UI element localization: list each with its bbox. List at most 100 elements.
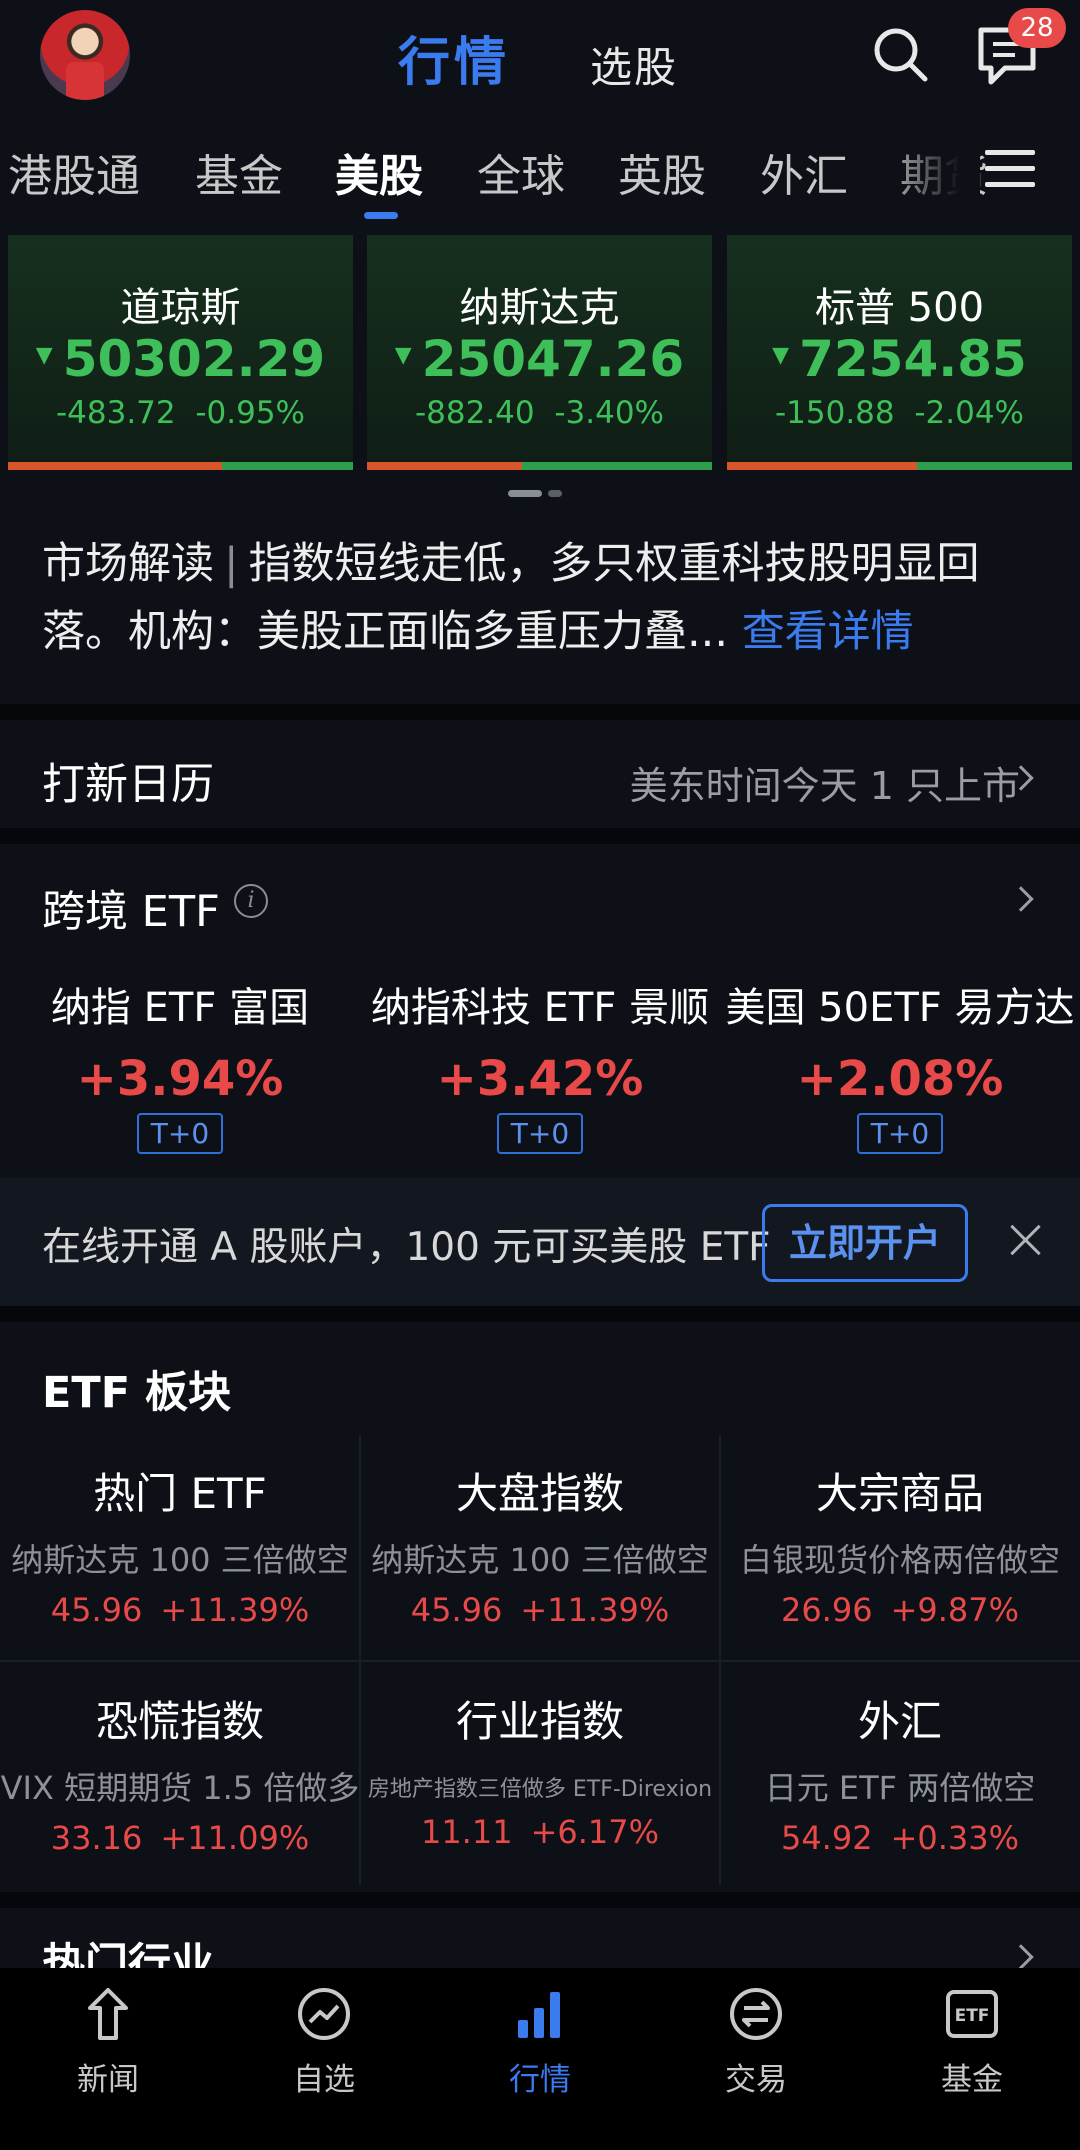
etf-sector-title: ETF 板块 bbox=[42, 1368, 232, 1418]
sector-price: 11.11 bbox=[420, 1813, 513, 1851]
sector-sub: 纳斯达克 100 三倍做空 bbox=[371, 1541, 709, 1579]
sector-name: 大盘指数 bbox=[455, 1469, 624, 1518]
index-pct: -3.40% bbox=[554, 395, 665, 431]
sector-name: 热门 ETF bbox=[93, 1469, 267, 1518]
news-icon bbox=[80, 1986, 136, 2042]
sector-name: 行业指数 bbox=[455, 1697, 624, 1746]
section-divider bbox=[0, 1306, 1080, 1322]
nav-watchlist[interactable]: 自选 bbox=[216, 1986, 432, 2099]
t0-badge: T+0 bbox=[496, 1113, 584, 1154]
sector-pct: +0.33% bbox=[890, 1819, 1020, 1857]
down-arrow-icon: ▼ bbox=[772, 343, 790, 368]
open-account-button[interactable]: 立即开户 bbox=[762, 1204, 968, 1282]
index-pct: -0.95% bbox=[195, 395, 306, 431]
chevron-right-icon[interactable] bbox=[1008, 886, 1034, 912]
sector-sub: 白银现货价格两倍做空 bbox=[739, 1541, 1060, 1579]
sector-price: 45.96 bbox=[410, 1591, 503, 1629]
index-value: 50302.29 bbox=[62, 330, 326, 388]
sector-name: 恐慌指数 bbox=[95, 1697, 264, 1746]
market-tab-funds[interactable]: 基金 bbox=[195, 140, 283, 204]
sector-price: 54.92 bbox=[780, 1819, 873, 1857]
breadth-bar bbox=[727, 462, 1072, 470]
nav-label: 基金 bbox=[941, 2062, 1003, 2098]
index-value: 25047.26 bbox=[421, 330, 685, 388]
t0-badge: T+0 bbox=[136, 1113, 224, 1154]
nav-label: 自选 bbox=[293, 2062, 355, 2098]
section-divider bbox=[0, 828, 1080, 844]
chevron-right-icon[interactable] bbox=[1008, 1944, 1034, 1970]
market-commentary[interactable]: 市场解读 | 指数短线走低，多只权重科技股明显回落。机构：美股正面临多重压力叠...… bbox=[42, 530, 1042, 666]
sector-pct: +11.39% bbox=[520, 1591, 670, 1629]
sector-sub: 日元 ETF 两倍做空 bbox=[764, 1769, 1036, 1807]
watchlist-icon bbox=[296, 1986, 352, 2042]
cross-border-etf-item[interactable]: 纳指科技 ETF 景顺 +3.42% T+0 bbox=[360, 975, 720, 1154]
promo-text: 在线开通 A 股账户，100 元可买美股 ETF bbox=[42, 1225, 771, 1270]
sector-price: 45.96 bbox=[50, 1591, 143, 1629]
etf-pct: +3.42% bbox=[436, 1051, 644, 1107]
cross-border-etf-item[interactable]: 纳指 ETF 富国 +3.94% T+0 bbox=[0, 975, 360, 1154]
sector-pct: +6.17% bbox=[530, 1813, 660, 1851]
trade-exchange-icon bbox=[728, 1986, 784, 2042]
market-tab-hk-connect[interactable]: 港股通 bbox=[8, 140, 140, 204]
etf-sector-cell[interactable]: 行业指数 房地产指数三倍做多 ETF-Direxion 11.11 +6.17% bbox=[360, 1668, 720, 1893]
cross-border-etf-item[interactable]: 美国 50ETF 易方达 +2.08% T+0 bbox=[720, 975, 1080, 1154]
market-tab-us-stocks[interactable]: 美股 bbox=[335, 140, 423, 204]
index-name: 纳斯达克 bbox=[459, 285, 620, 331]
view-details-link[interactable]: 查看详情 bbox=[742, 607, 914, 657]
down-arrow-icon: ▼ bbox=[35, 343, 53, 368]
nav-fund[interactable]: ETF 基金 bbox=[864, 1986, 1080, 2099]
sector-sub: 房地产指数三倍做多 ETF-Direxion bbox=[367, 1777, 713, 1802]
index-card-dow[interactable]: 道琼斯 ▼ 50302.29 -483.72 -0.95% bbox=[8, 235, 353, 470]
index-change: -150.88 bbox=[774, 395, 895, 431]
account-promo-banner: 在线开通 A 股账户，100 元可买美股 ETF 立即开户 bbox=[0, 1178, 1080, 1306]
top-header: 行情 选股 28 bbox=[0, 0, 1080, 125]
close-icon[interactable] bbox=[1006, 1220, 1046, 1260]
tab-quotes[interactable]: 行情 bbox=[398, 20, 510, 95]
info-icon[interactable]: i bbox=[234, 884, 268, 918]
etf-pct: +2.08% bbox=[796, 1051, 1004, 1107]
nav-market[interactable]: 行情 bbox=[432, 1986, 648, 2099]
tab-screener[interactable]: 选股 bbox=[590, 34, 678, 95]
menu-icon[interactable] bbox=[985, 150, 1035, 200]
etf-sector-cell[interactable]: 恐慌指数 VIX 短期期货 1.5 倍做多 33.16 +11.09% bbox=[0, 1668, 360, 1893]
ipo-calendar-title[interactable]: 打新日历 bbox=[42, 750, 214, 812]
nav-label: 行情 bbox=[509, 2062, 571, 2098]
sector-sub: 纳斯达克 100 三倍做空 bbox=[11, 1541, 349, 1579]
sector-name: 大宗商品 bbox=[815, 1469, 984, 1518]
sector-price: 33.16 bbox=[50, 1819, 143, 1857]
ipo-calendar-info[interactable]: 美东时间今天 1 只上市 bbox=[630, 755, 1020, 810]
etf-sector-cell[interactable]: 外汇 日元 ETF 两倍做空 54.92 +0.33% bbox=[720, 1668, 1080, 1893]
etf-sector-cell[interactable]: 大宗商品 白银现货价格两倍做空 26.96 +9.87% bbox=[720, 1440, 1080, 1665]
etf-name: 纳指科技 ETF 景顺 bbox=[370, 985, 710, 1031]
bottom-nav: 新闻 自选 行情 交易 ETF 基金 bbox=[0, 1968, 1080, 2150]
index-card-nasdaq[interactable]: 纳斯达克 ▼ 25047.26 -882.40 -3.40% bbox=[367, 235, 712, 470]
sector-name: 外汇 bbox=[857, 1697, 942, 1746]
index-change: -882.40 bbox=[414, 395, 535, 431]
market-tab-uk-stocks[interactable]: 英股 bbox=[618, 140, 706, 204]
sector-pct: +11.39% bbox=[160, 1591, 310, 1629]
cross-border-etf-title: 跨境 ETF bbox=[42, 887, 220, 937]
t0-badge: T+0 bbox=[856, 1113, 944, 1154]
commentary-label: 市场解读 bbox=[42, 539, 214, 589]
index-name: 标普 500 bbox=[814, 285, 985, 331]
index-card-sp500[interactable]: 标普 500 ▼ 7254.85 -150.88 -2.04% bbox=[727, 235, 1072, 470]
sector-pct: +9.87% bbox=[890, 1591, 1020, 1629]
market-tab-forex[interactable]: 外汇 bbox=[760, 140, 848, 204]
nav-trade[interactable]: 交易 bbox=[648, 1986, 864, 2099]
nav-label: 交易 bbox=[725, 2062, 787, 2098]
user-avatar[interactable] bbox=[40, 10, 130, 100]
market-tab-global[interactable]: 全球 bbox=[477, 140, 565, 204]
etf-fund-icon: ETF bbox=[944, 1986, 1000, 2042]
sector-pct: +11.09% bbox=[160, 1819, 310, 1857]
sector-price: 26.96 bbox=[780, 1591, 873, 1629]
index-name: 道琼斯 bbox=[120, 285, 241, 331]
nav-news[interactable]: 新闻 bbox=[0, 1986, 216, 2099]
search-icon[interactable] bbox=[870, 24, 930, 84]
index-pct: -2.04% bbox=[914, 395, 1025, 431]
etf-pct: +3.94% bbox=[76, 1051, 284, 1107]
etf-name: 美国 50ETF 易方达 bbox=[725, 985, 1075, 1031]
index-value: 7254.85 bbox=[799, 330, 1027, 388]
market-tabs: 港股通 基金 美股 全球 英股 外汇 期货 bbox=[0, 130, 1080, 230]
etf-sector-cell[interactable]: 大盘指数 纳斯达克 100 三倍做空 45.96 +11.39% bbox=[360, 1440, 720, 1665]
etf-sector-cell[interactable]: 热门 ETF 纳斯达克 100 三倍做空 45.96 +11.39% bbox=[0, 1440, 360, 1665]
